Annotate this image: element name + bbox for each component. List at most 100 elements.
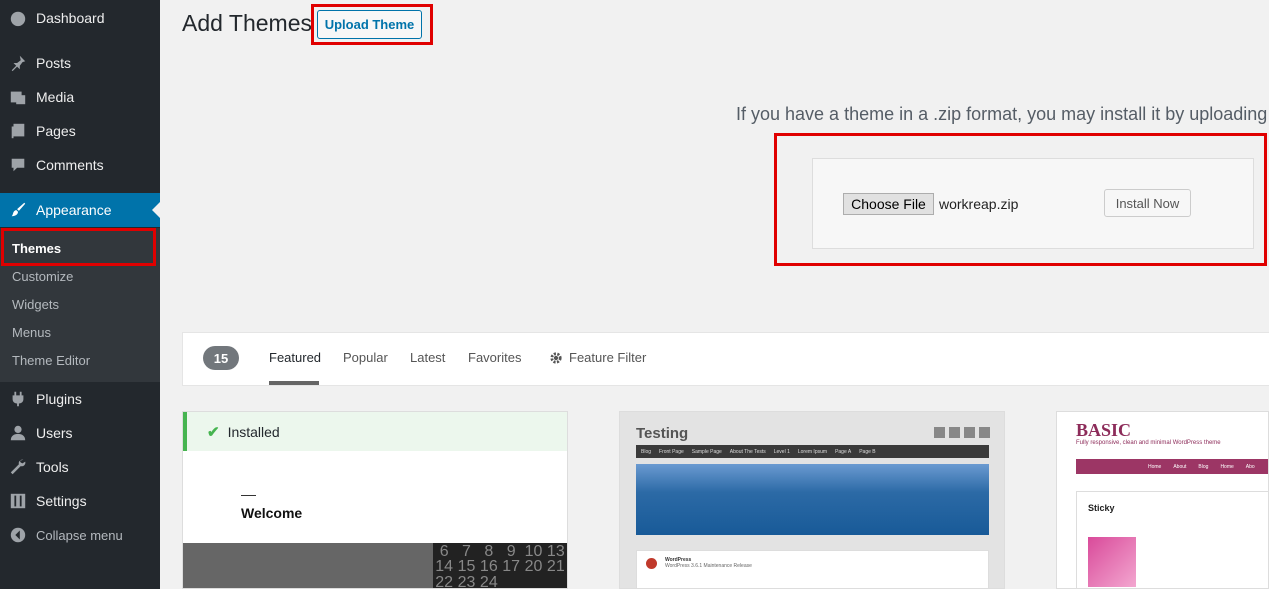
preview-nav: Blog Front Page Sample Page About The Tests… — [636, 445, 989, 458]
preview-site-title: Testing — [636, 425, 689, 442]
preview-nav-item: Home — [1220, 463, 1234, 470]
preview-post-image — [1088, 537, 1136, 587]
user-icon — [0, 424, 36, 442]
filter-featured[interactable]: Featured — [269, 350, 321, 365]
preview-nav-item: Blog — [641, 448, 652, 455]
menu-item-settings[interactable]: Settings — [0, 484, 160, 518]
menu-item-media[interactable]: Media — [0, 80, 160, 114]
preview-post-title: Sticky — [1088, 503, 1115, 513]
theme-card-installed[interactable]: ✔ Installed Welcome 6 7 8 9 10 13 14 15 16 17 20 21… — [182, 411, 568, 589]
preview-post: Sticky — [1076, 491, 1268, 588]
menu-label: Tools — [36, 459, 69, 475]
submenu-item-customize[interactable]: Customize — [12, 269, 73, 284]
submenu-item-widgets[interactable]: Widgets — [12, 297, 59, 312]
preview-nav-item: Page B — [859, 448, 876, 455]
calendar-day: 14 — [435, 558, 454, 576]
pin-icon — [0, 54, 36, 72]
menu-item-dashboard[interactable]: Dashboard — [0, 1, 160, 35]
calendar-day: 17 — [502, 558, 521, 576]
choose-file-button[interactable]: Choose File — [843, 193, 934, 215]
preview-nav-item: Page A — [835, 448, 852, 455]
calendar-day: 23 — [457, 573, 476, 589]
menu-item-appearance[interactable]: Appearance — [0, 193, 160, 227]
menu-label: Media — [36, 89, 75, 105]
submenu-item-theme-editor[interactable]: Theme Editor — [12, 353, 90, 368]
menu-item-plugins[interactable]: Plugins — [0, 382, 160, 416]
active-filter-underline — [269, 381, 319, 385]
facebook-icon — [934, 427, 945, 438]
preview-nav-item: Lorem Ipsum — [797, 448, 828, 455]
preview-nav-item: Level 1 — [773, 448, 790, 455]
menu-label: Dashboard — [36, 10, 105, 26]
menu-label: Plugins — [36, 391, 82, 407]
comment-icon — [0, 156, 36, 174]
preview-nav-item: Front Page — [659, 448, 684, 455]
menu-item-comments[interactable]: Comments — [0, 148, 160, 182]
preview-nav-item: About The Tests — [729, 448, 766, 455]
menu-label: Users — [36, 425, 73, 441]
preview-heading: Welcome — [241, 505, 303, 521]
menu-label: Settings — [36, 493, 87, 509]
page-title: Add Themes — [182, 10, 312, 36]
calendar-day: 20 — [524, 558, 543, 576]
media-icon — [0, 88, 36, 106]
calendar-day: 24 — [479, 573, 498, 589]
preview-nav-item: Home — [1148, 463, 1162, 470]
calendar-day: 15 — [457, 558, 476, 576]
calendar-day: 9 — [506, 543, 516, 560]
upload-theme-button[interactable]: Upload Theme — [317, 10, 422, 39]
filter-latest[interactable]: Latest — [410, 350, 445, 365]
appearance-submenu: Themes Customize Widgets Menus Theme Edi… — [0, 228, 160, 382]
calendar-day: 22 — [435, 573, 454, 589]
menu-label: Comments — [36, 157, 104, 173]
calendar-day: 21 — [546, 558, 565, 576]
install-now-button[interactable]: Install Now — [1104, 189, 1191, 217]
dashboard-icon — [0, 9, 36, 27]
filter-favorites[interactable]: Favorites — [468, 350, 521, 365]
preview-tagline: Fully responsive, clean and minimal Word… — [1076, 440, 1221, 446]
settings-icon — [0, 492, 36, 510]
calendar-day: 10 — [524, 543, 543, 560]
theme-card-testing[interactable]: Testing Blog Front Page Sample Page About T… — [619, 411, 1005, 589]
tweet-text: WordPress 3.6.1 Maintenance Release — [665, 563, 752, 569]
selected-file-name: workreap.zip — [939, 196, 1019, 212]
menu-label: Collapse menu — [36, 527, 123, 543]
preview-nav-item: Abo — [1245, 463, 1255, 470]
upload-description: If you have a theme in a .zip format, yo… — [736, 104, 1268, 124]
google-plus-icon — [979, 427, 990, 438]
preview-nav-item: Sample Page — [691, 448, 722, 455]
menu-item-users[interactable]: Users — [0, 416, 160, 450]
menu-label: Pages — [36, 123, 76, 139]
preview-header-image — [636, 464, 989, 535]
menu-label: Appearance — [36, 202, 112, 218]
menu-item-tools[interactable]: Tools — [0, 450, 160, 484]
gear-icon — [550, 351, 562, 364]
menu-label: Posts — [36, 55, 72, 71]
plugin-icon — [0, 390, 36, 408]
feature-filter-button[interactable]: Feature Filter — [549, 350, 646, 365]
theme-count-badge: 15 — [203, 346, 239, 370]
menu-item-pages[interactable]: Pages — [0, 114, 160, 148]
preview-tweet: WordPress WordPress 3.6.1 Maintenance Re… — [636, 550, 989, 588]
calendar-day: 6 — [439, 543, 449, 560]
menu-item-collapse[interactable]: Collapse menu — [0, 518, 160, 552]
preview-nav-item: About — [1173, 463, 1187, 470]
menu-item-posts[interactable]: Posts — [0, 46, 160, 80]
checkmark-icon: ✔ — [207, 423, 220, 441]
theme-card-basic[interactable]: BASIC Fully responsive, clean and minima… — [1056, 411, 1269, 589]
submenu-item-menus[interactable]: Menus — [12, 325, 51, 340]
submenu-item-themes[interactable]: Themes — [12, 241, 61, 256]
installed-notice: ✔ Installed — [183, 412, 567, 451]
calendar-day: 13 — [546, 543, 565, 560]
wordpress-logo-icon — [646, 558, 657, 569]
collapse-icon — [0, 526, 36, 544]
filter-popular[interactable]: Popular — [343, 350, 388, 365]
feature-filter-label: Feature Filter — [569, 350, 647, 365]
brush-icon — [0, 201, 36, 219]
installed-label: Installed — [227, 423, 280, 440]
calendar-day: 7 — [462, 543, 471, 560]
linkedin-icon — [964, 427, 975, 438]
calendar-day: 8 — [484, 543, 494, 560]
admin-sidebar: Dashboard Posts Media Pages Comments App… — [0, 0, 160, 589]
twitter-icon — [949, 427, 960, 438]
